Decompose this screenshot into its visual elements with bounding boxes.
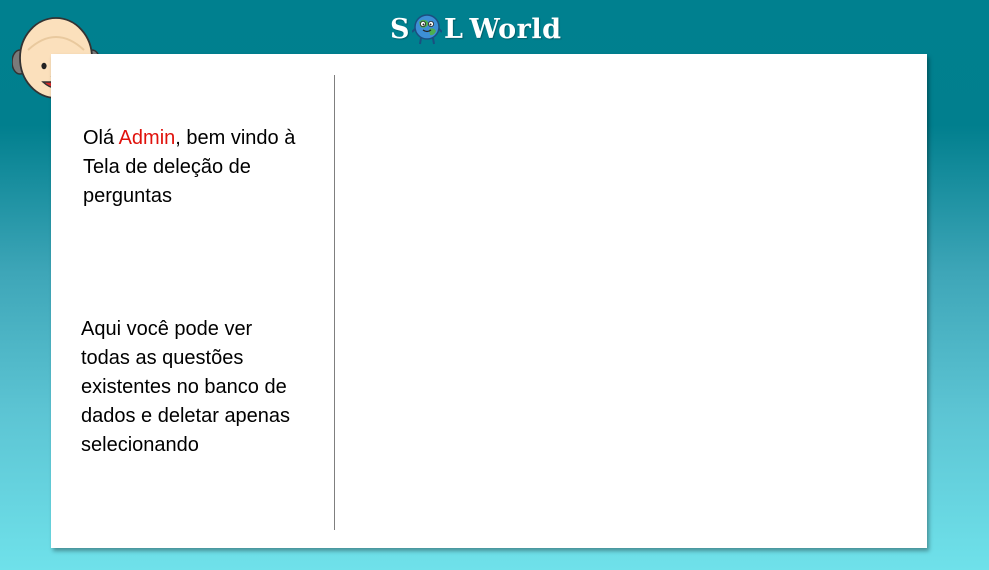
logo-letter-s: S xyxy=(390,13,410,45)
info-text: Aqui você pode ver todas as questões exi… xyxy=(81,318,291,456)
welcome-message: Olá Admin, bem vindo à Tela de deleção d… xyxy=(83,124,329,211)
questions-content-area xyxy=(341,75,911,530)
globe-mascot-icon xyxy=(412,12,442,46)
user-name: Admin xyxy=(118,127,176,149)
greeting-prefix: Olá xyxy=(83,127,119,149)
app-logo: S L World xyxy=(390,12,561,46)
main-card: Olá Admin, bem vindo à Tela de deleção d… xyxy=(51,54,927,548)
logo-letter-l: L xyxy=(444,13,464,45)
logo-word: World xyxy=(469,13,562,45)
vertical-divider xyxy=(334,75,335,530)
